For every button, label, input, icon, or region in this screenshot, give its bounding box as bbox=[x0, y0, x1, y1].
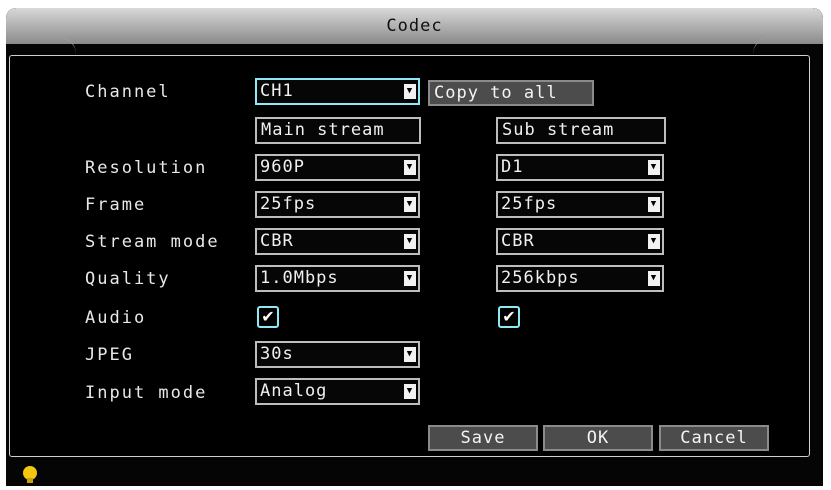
checkmark-icon: ✔ bbox=[261, 307, 275, 326]
dropdown-arrow-icon: ▼ bbox=[648, 160, 660, 175]
lightbulb-icon bbox=[23, 466, 37, 483]
quality-label: Quality bbox=[85, 269, 171, 289]
jpeg-value: 30s bbox=[260, 344, 294, 364]
sub-quality-value: 256kbps bbox=[501, 268, 580, 288]
title-curve-right bbox=[753, 36, 823, 54]
jpeg-label: JPEG bbox=[85, 345, 134, 365]
sub-frame-select[interactable]: 25fps ▼ bbox=[496, 191, 664, 218]
sub-quality-select[interactable]: 256kbps ▼ bbox=[496, 265, 664, 292]
dropdown-arrow-icon: ▼ bbox=[404, 384, 416, 399]
dropdown-arrow-icon: ▼ bbox=[404, 84, 416, 99]
main-stream-header: Main stream bbox=[255, 117, 421, 144]
sub-audio-checkbox[interactable]: ✔ bbox=[498, 306, 520, 328]
sub-stream-mode-select[interactable]: CBR ▼ bbox=[496, 228, 664, 255]
dropdown-arrow-icon: ▼ bbox=[404, 197, 416, 212]
main-frame-select[interactable]: 25fps ▼ bbox=[255, 191, 420, 218]
dropdown-arrow-icon: ▼ bbox=[648, 197, 660, 212]
main-quality-select[interactable]: 1.0Mbps ▼ bbox=[255, 265, 420, 292]
title-curve-left bbox=[6, 36, 76, 54]
input-mode-select[interactable]: Analog ▼ bbox=[255, 378, 420, 405]
input-mode-value: Analog bbox=[260, 381, 328, 401]
ok-button[interactable]: OK bbox=[543, 425, 653, 451]
channel-value: CH1 bbox=[260, 81, 294, 101]
stream-mode-label: Stream mode bbox=[85, 232, 220, 252]
save-button[interactable]: Save bbox=[428, 425, 538, 451]
title-bar: Codec bbox=[6, 8, 823, 44]
sub-frame-value: 25fps bbox=[501, 194, 558, 214]
dropdown-arrow-icon: ▼ bbox=[648, 271, 660, 286]
main-stream-mode-select[interactable]: CBR ▼ bbox=[255, 228, 420, 255]
main-stream-mode-value: CBR bbox=[260, 231, 294, 251]
main-resolution-value: 960P bbox=[260, 157, 305, 177]
main-resolution-select[interactable]: 960P ▼ bbox=[255, 154, 420, 181]
dropdown-arrow-icon: ▼ bbox=[404, 234, 416, 249]
audio-label: Audio bbox=[85, 308, 147, 328]
input-mode-label: Input mode bbox=[85, 383, 208, 403]
window-title: Codec bbox=[386, 16, 443, 36]
dropdown-arrow-icon: ▼ bbox=[404, 347, 416, 362]
frame-label: Frame bbox=[85, 195, 147, 215]
copy-to-all-button[interactable]: Copy to all bbox=[428, 80, 594, 106]
channel-select[interactable]: CH1 ▼ bbox=[255, 78, 420, 105]
dropdown-arrow-icon: ▼ bbox=[404, 160, 416, 175]
sub-stream-mode-value: CBR bbox=[501, 231, 535, 251]
dropdown-arrow-icon: ▼ bbox=[648, 234, 660, 249]
channel-label: Channel bbox=[85, 82, 171, 102]
main-quality-value: 1.0Mbps bbox=[260, 268, 339, 288]
main-frame-value: 25fps bbox=[260, 194, 317, 214]
sub-stream-header: Sub stream bbox=[496, 117, 666, 144]
cancel-button[interactable]: Cancel bbox=[659, 425, 769, 451]
jpeg-select[interactable]: 30s ▼ bbox=[255, 341, 420, 368]
sub-resolution-value: D1 bbox=[501, 157, 524, 177]
sub-resolution-select[interactable]: D1 ▼ bbox=[496, 154, 664, 181]
resolution-label: Resolution bbox=[85, 158, 208, 178]
checkmark-icon: ✔ bbox=[502, 307, 516, 326]
dropdown-arrow-icon: ▼ bbox=[404, 271, 416, 286]
main-audio-checkbox[interactable]: ✔ bbox=[257, 306, 279, 328]
